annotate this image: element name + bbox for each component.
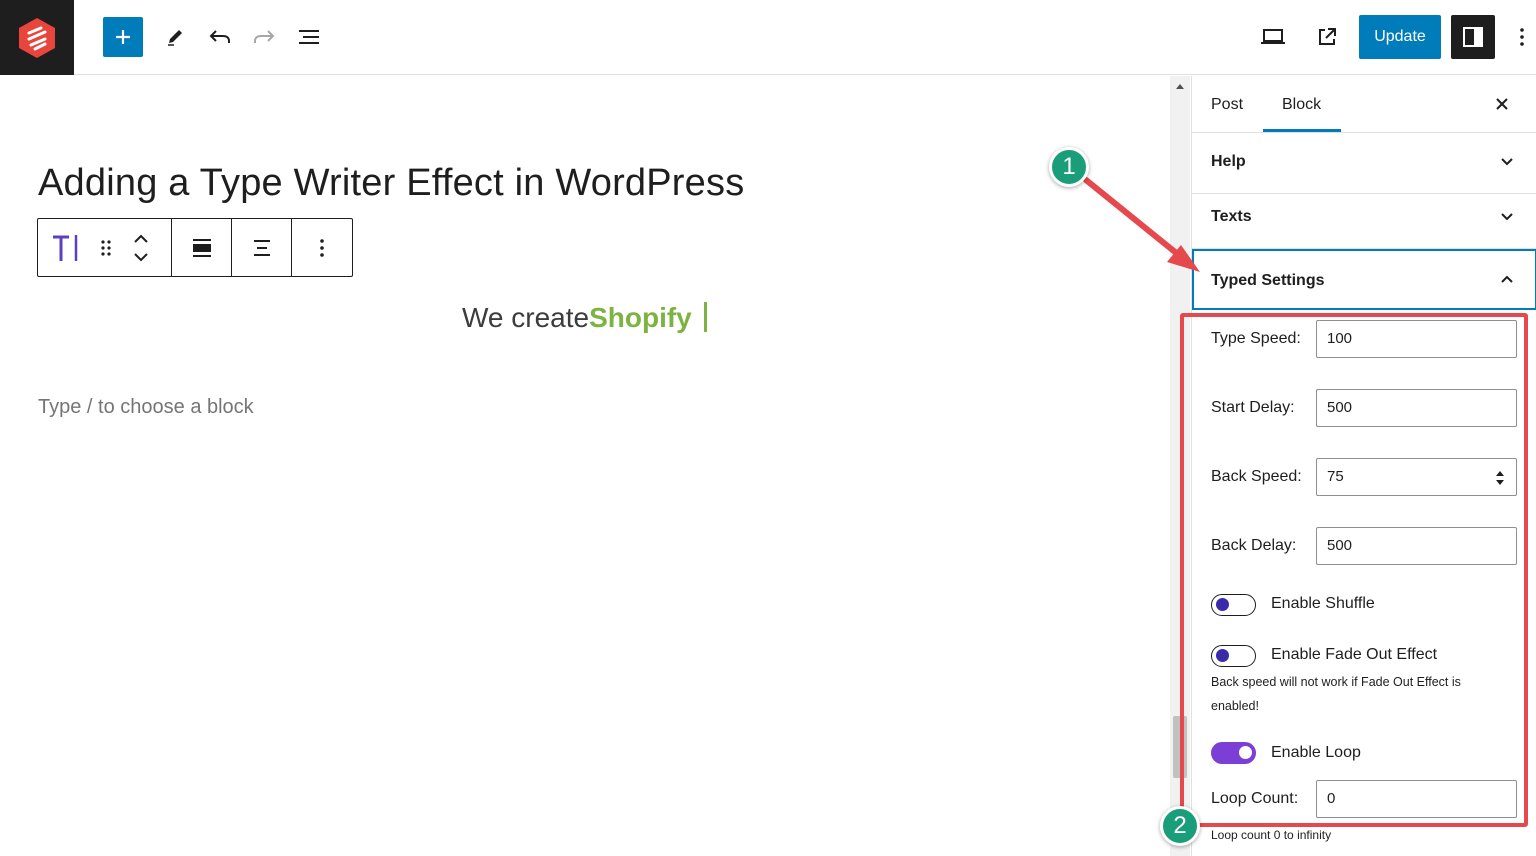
add-block-button[interactable] xyxy=(103,17,143,57)
vertical-ellipsis-icon xyxy=(320,238,324,257)
editor-top-toolbar: Update xyxy=(0,0,1536,75)
align-wide-icon xyxy=(192,238,211,257)
panel-typed-settings[interactable]: Typed Settings xyxy=(1192,249,1536,310)
typed-text-preview[interactable]: We createShopify xyxy=(462,302,707,334)
editor-canvas: Adding a Type Writer Effect in WordPress xyxy=(0,76,1170,856)
text-align-button[interactable] xyxy=(232,219,292,276)
annotation-highlight-box xyxy=(1180,313,1528,827)
block-switcher-group xyxy=(38,219,172,276)
block-options-button[interactable] xyxy=(292,219,352,276)
external-link-icon xyxy=(1319,28,1336,45)
vertical-ellipsis-icon xyxy=(1520,28,1524,46)
panel-help-title: Help xyxy=(1211,153,1246,170)
typed-prefix: We create xyxy=(462,302,590,333)
post-title[interactable]: Adding a Type Writer Effect in WordPress xyxy=(38,162,744,205)
panel-help[interactable]: Help xyxy=(1192,133,1536,194)
chevron-down-icon xyxy=(1501,213,1513,221)
tab-post[interactable]: Post xyxy=(1211,96,1243,114)
redo-button[interactable] xyxy=(244,17,284,57)
list-view-icon xyxy=(299,30,319,44)
undo-icon xyxy=(209,30,230,43)
panel-texts[interactable]: Texts xyxy=(1192,188,1536,249)
move-up-down-icon[interactable] xyxy=(132,232,150,264)
site-logo-button[interactable] xyxy=(0,0,74,75)
align-center-icon xyxy=(253,239,270,256)
sidebar-panel-icon xyxy=(1463,27,1483,47)
typing-cursor xyxy=(703,302,707,332)
plus-icon xyxy=(116,30,130,44)
update-button[interactable]: Update xyxy=(1359,15,1441,59)
block-toolbar xyxy=(37,218,353,277)
close-sidebar-icon[interactable] xyxy=(1494,96,1510,112)
desktop-preview-icon xyxy=(1261,29,1285,44)
panel-texts-title: Texts xyxy=(1211,208,1252,225)
block-align-button[interactable] xyxy=(172,219,232,276)
annotation-badge-1: 1 xyxy=(1049,147,1089,187)
active-tab-indicator xyxy=(1263,129,1341,132)
tools-edit-button[interactable] xyxy=(155,17,195,57)
view-post-button[interactable] xyxy=(1307,17,1347,57)
settings-sidebar-toggle[interactable] xyxy=(1451,15,1495,59)
drag-handle-icon[interactable] xyxy=(100,239,112,257)
sidebar-tabs: Post Block xyxy=(1192,76,1536,133)
scroll-up-icon[interactable] xyxy=(1170,80,1190,92)
document-overview-button[interactable] xyxy=(289,17,329,57)
chevron-up-icon xyxy=(1501,275,1513,283)
chevron-down-icon xyxy=(1501,158,1513,166)
typed-block-icon[interactable] xyxy=(50,231,86,265)
typed-word: Shopify xyxy=(589,302,692,333)
annotation-badge-2: 2 xyxy=(1160,806,1200,846)
panel-typed-settings-title: Typed Settings xyxy=(1211,272,1325,289)
plugin-logo-icon xyxy=(19,17,55,58)
undo-button[interactable] xyxy=(200,17,240,57)
preview-button[interactable] xyxy=(1253,17,1293,57)
block-placeholder[interactable]: Type / to choose a block xyxy=(38,396,254,419)
redo-icon xyxy=(254,30,275,43)
tab-block[interactable]: Block xyxy=(1282,96,1321,114)
options-menu-button[interactable] xyxy=(1502,17,1536,57)
pencil-icon xyxy=(168,30,182,46)
